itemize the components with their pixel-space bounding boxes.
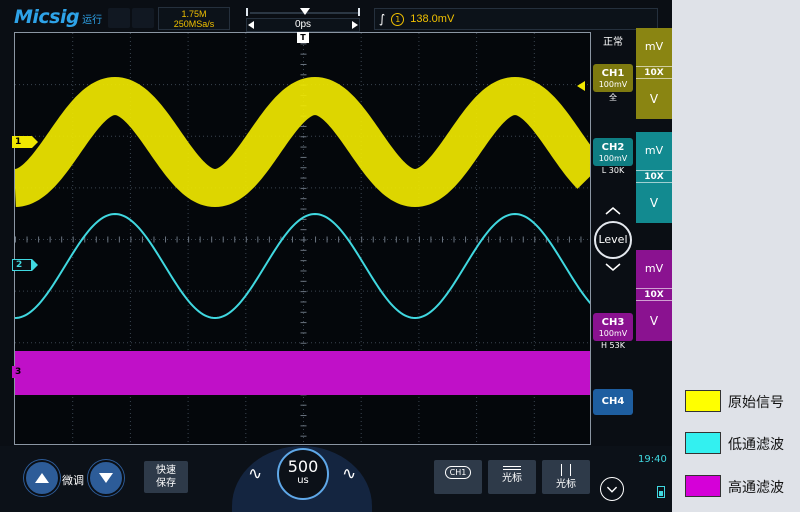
ch3-level-marker[interactable]: 3 <box>12 366 38 378</box>
quick-save-label-2: 保存 <box>156 478 176 489</box>
ch1-level-marker[interactable]: 1 <box>12 136 38 148</box>
oscilloscope-screen: Micsig 运行 1.75M 250MSa/s 0ps ∫ 1 138.0mV… <box>0 0 672 512</box>
toolbar-placeholder-button[interactable] <box>132 8 154 28</box>
legend-swatch-original <box>685 390 721 412</box>
quick-save-button[interactable]: 快速 保存 <box>144 461 188 493</box>
legend-label-highpass: 高通滤波 <box>728 480 784 496</box>
ch2-level-marker[interactable]: 2 <box>12 259 38 271</box>
ch1-badge[interactable]: CH1 100mV <box>593 64 633 92</box>
legend-swatch-lowpass <box>685 432 721 454</box>
cursor-horizontal-button[interactable]: 光标 <box>488 460 536 494</box>
ch1-chip-icon: CH1 <box>444 466 472 479</box>
quick-save-label-1: 快速 <box>156 465 176 476</box>
trigger-time-marker[interactable]: T <box>297 32 309 43</box>
channel-select-button[interactable]: CH1 <box>434 460 482 494</box>
memory-depth: 1.75M <box>181 8 207 19</box>
trigger-mode[interactable]: 正常 <box>596 33 630 48</box>
clock: 19:40 <box>638 454 667 465</box>
timebase-decrease-icon[interactable]: ∿ <box>248 464 262 484</box>
ch2-name: CH2 <box>601 142 625 153</box>
ch3-scale-control[interactable]: mV 10X V <box>636 250 672 341</box>
ch2-mode: L 30K <box>601 166 625 175</box>
ch3-trace <box>15 351 590 395</box>
ch1-scale-control[interactable]: mV 10X V <box>636 28 672 119</box>
ch3-name: CH3 <box>601 317 625 328</box>
cursor-vertical-button[interactable]: 光标 <box>542 460 590 494</box>
triangle-up-icon <box>35 473 49 483</box>
ch1-scale-down-button[interactable]: V <box>636 79 672 119</box>
trigger-info[interactable]: ∫ 1 138.0mV <box>374 8 658 30</box>
ch1-mode: 全 <box>609 93 617 102</box>
ch1-scale: 100mV <box>598 80 628 89</box>
ch3-scale: 100mV <box>598 329 628 338</box>
trigger-position-icon[interactable] <box>300 8 310 15</box>
ch3-mode: H 53K <box>601 341 625 350</box>
ch3-badge[interactable]: CH3 100mV <box>593 313 633 341</box>
timebase-increase-icon[interactable]: ∿ <box>342 464 356 484</box>
ch4-button[interactable]: CH4 <box>593 389 633 415</box>
brand-logo: Micsig 运行 <box>14 6 102 30</box>
timebase-value: 500 <box>287 457 319 476</box>
ch2-trace <box>15 212 590 320</box>
ch2-probe-button[interactable]: 10X <box>636 170 672 183</box>
toolbar-placeholder-button[interactable] <box>108 8 130 28</box>
triangle-down-icon <box>99 473 113 483</box>
ch2-scale-up-button[interactable]: mV <box>636 132 672 170</box>
horizontal-position-control[interactable]: 0ps <box>238 7 368 32</box>
acquisition-info[interactable]: 1.75M 250MSa/s <box>158 7 230 30</box>
ch2-badge[interactable]: CH2 100mV <box>593 138 633 166</box>
ch1-name: CH1 <box>601 68 625 79</box>
cursor-vertical-label: 光标 <box>556 479 576 490</box>
level-up-icon[interactable] <box>604 206 622 216</box>
level-button[interactable]: Level <box>594 221 632 259</box>
fine-adjust-label: 微调 <box>62 474 84 487</box>
waveform-traces <box>15 76 590 395</box>
level-down-icon[interactable] <box>604 262 622 272</box>
ch3-scale-up-button[interactable]: mV <box>636 250 672 288</box>
ch3-probe-button[interactable]: 10X <box>636 288 672 301</box>
ch1-trace <box>15 76 590 208</box>
cursor-horizontal-label: 光标 <box>502 473 522 484</box>
brand-name: Micsig <box>14 6 80 28</box>
ch2-scale-down-button[interactable]: V <box>636 183 672 223</box>
chevron-down-icon[interactable] <box>600 477 624 501</box>
waveform-grid[interactable] <box>14 32 591 445</box>
horizontal-position-value: 0ps <box>294 19 312 30</box>
trigger-level-arrow-icon[interactable] <box>577 81 585 91</box>
horizontal-cursor-icon <box>503 466 521 470</box>
ch2-scale-control[interactable]: mV 10X V <box>636 132 672 223</box>
ch1-probe-button[interactable]: 10X <box>636 66 672 79</box>
trigger-source-badge: 1 <box>391 12 405 26</box>
battery-icon <box>657 486 665 498</box>
legend-label-original: 原始信号 <box>728 395 784 411</box>
position-bracket-right <box>358 8 360 16</box>
sample-rate: 250MSa/s <box>173 18 215 29</box>
ch1-scale-up-button[interactable]: mV <box>636 28 672 66</box>
position-bracket-left <box>246 8 248 16</box>
legend-swatch-highpass <box>685 475 721 497</box>
timebase-knob[interactable]: 500 us <box>277 448 329 500</box>
fine-down-button[interactable] <box>88 460 124 496</box>
ch2-scale: 100mV <box>598 154 628 163</box>
trigger-level-value: 138.0mV <box>410 13 455 25</box>
ch3-scale-down-button[interactable]: V <box>636 301 672 341</box>
legend-label-lowpass: 低通滤波 <box>728 437 784 453</box>
vertical-cursor-icon <box>561 464 571 476</box>
run-status[interactable]: 运行 <box>82 11 102 26</box>
fine-up-button[interactable] <box>24 460 60 496</box>
timebase-unit: us <box>297 475 309 486</box>
rising-edge-icon: ∫ <box>379 12 386 26</box>
